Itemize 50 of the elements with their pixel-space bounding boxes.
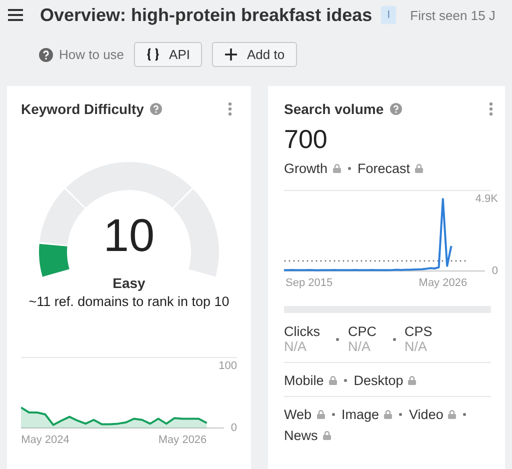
how-to-use-link[interactable]: How to use — [59, 47, 124, 62]
add-to-button[interactable]: Add to — [212, 42, 297, 67]
card-title: Keyword Difficulty — [21, 101, 144, 117]
separator-dot — [392, 338, 396, 340]
metric-value: N/A — [404, 339, 428, 354]
difficulty-rating: Easy — [112, 275, 146, 291]
help-icon — [39, 48, 53, 62]
y-axis-label: 4.9K — [475, 192, 498, 205]
x-axis-label: May 2026 — [418, 277, 468, 289]
card-title: Search volume — [284, 101, 384, 117]
intent-badge: I — [381, 6, 396, 24]
difficulty-score: 10 — [103, 212, 155, 258]
x-axis-label: Sep 2015 — [286, 277, 333, 289]
device-label: Mobile — [284, 373, 324, 388]
metric-value: N/A — [348, 339, 372, 354]
serp-type-label: Video — [409, 407, 444, 422]
serp-type-label: News — [284, 428, 318, 443]
separator-dot — [348, 167, 351, 170]
y-axis-label: 100 — [218, 360, 237, 372]
search-volume-value: 700 — [284, 124, 328, 155]
help-icon[interactable] — [150, 103, 162, 115]
metric-label: Forecast — [358, 161, 410, 176]
separator-dot — [463, 413, 466, 416]
menu-icon[interactable] — [8, 9, 23, 21]
separator-dot — [332, 413, 335, 416]
more-options-icon[interactable] — [489, 102, 493, 116]
device-label: Desktop — [354, 373, 404, 388]
y-axis-label: 0 — [492, 264, 498, 277]
metric-label: Growth — [284, 161, 328, 176]
metric-label: CPS — [404, 324, 432, 339]
x-axis-label: May 2026 — [158, 434, 207, 446]
x-axis-label: May 2024 — [21, 434, 70, 446]
metric-label: CPC — [348, 324, 377, 339]
serp-type-label: Image — [342, 407, 380, 422]
separator-dot — [344, 379, 347, 382]
gauge-fill — [39, 244, 70, 277]
page-title: Overview: high-protein breakfast ideas — [40, 4, 372, 26]
help-icon[interactable] — [390, 103, 402, 115]
api-button[interactable]: API — [134, 42, 202, 67]
separator-dot — [399, 413, 402, 416]
plus-icon — [224, 48, 238, 61]
metric-value: N/A — [284, 339, 308, 354]
metric-label: Clicks — [284, 324, 320, 339]
first-seen-date: First seen 15 J — [410, 8, 496, 22]
separator-dot — [336, 338, 339, 340]
code-braces-icon — [146, 48, 160, 61]
difficulty-note: ~11 ref. domains to rank in top 10 — [28, 294, 230, 309]
y-axis-label: 0 — [230, 422, 237, 434]
more-options-icon[interactable] — [228, 102, 232, 116]
serp-type-label: Web — [284, 407, 312, 422]
